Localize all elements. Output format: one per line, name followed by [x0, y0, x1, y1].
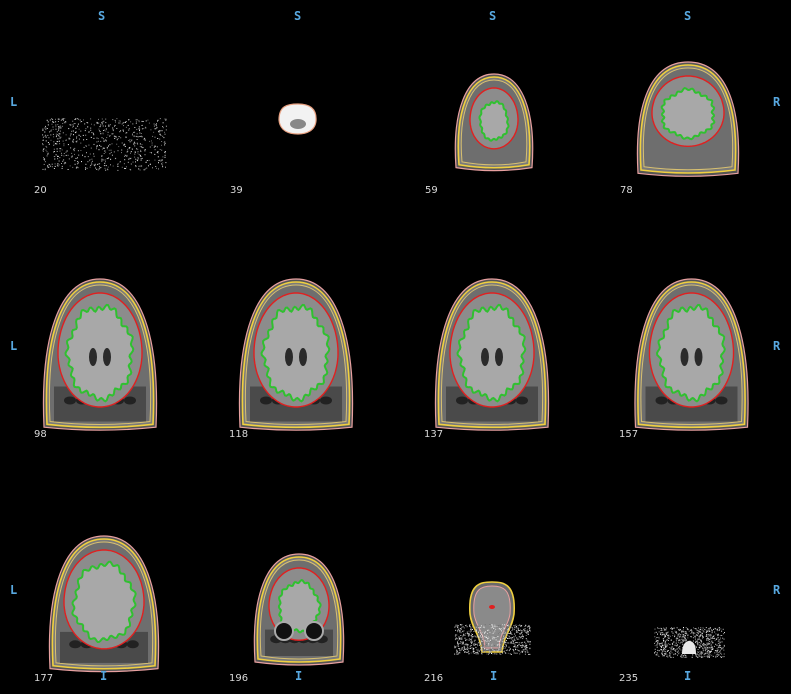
slice-image [654, 627, 725, 658]
slice-image [434, 278, 550, 431]
slice-panel: R 157 [588, 232, 791, 464]
slice-number: 20 [34, 185, 47, 196]
orientation-left-label: L [10, 95, 18, 109]
orientation-right-label: R [773, 95, 781, 109]
slice-viewer-grid: S L 20 S 39 S 59 S R 78 L 98 118 137 R 1… [0, 0, 791, 694]
orientation-left-label: L [10, 339, 18, 353]
slice-panel: I 196 [196, 464, 392, 694]
orientation-inferior-label: I [295, 669, 303, 683]
slice-panel: I 216 [392, 464, 588, 694]
slice-panel: I R 235 [588, 464, 791, 694]
slice-image [454, 581, 531, 655]
slice-image [48, 535, 160, 673]
slice-image [238, 278, 354, 431]
slice-number: 59 [425, 185, 438, 196]
orientation-superior-label: S [684, 9, 692, 23]
orientation-superior-label: S [294, 9, 302, 23]
orientation-right-label: R [773, 339, 781, 353]
slice-number: 196 [229, 673, 249, 684]
slice-panel: L 98 [0, 232, 196, 464]
slice-image [253, 553, 345, 666]
slice-image [636, 61, 740, 177]
orientation-superior-label: S [98, 9, 106, 23]
slice-panel: S L 20 [0, 0, 196, 232]
slice-number: 78 [620, 185, 633, 196]
orientation-inferior-label: I [684, 669, 692, 683]
slice-number: 137 [424, 429, 444, 440]
slice-number: 157 [619, 429, 639, 440]
slice-panel: L I 177 [0, 464, 196, 694]
slice-image [42, 118, 167, 171]
slice-panel: S 59 [392, 0, 588, 232]
slice-number: 216 [424, 673, 444, 684]
slice-panel: 118 [196, 232, 392, 464]
slice-panel: 137 [392, 232, 588, 464]
orientation-inferior-label: I [100, 669, 108, 683]
orientation-right-label: R [773, 583, 781, 597]
slice-panel: S 39 [196, 0, 392, 232]
slice-number: 177 [34, 673, 54, 684]
slice-image [278, 103, 317, 135]
orientation-inferior-label: I [490, 669, 498, 683]
orientation-superior-label: S [489, 9, 497, 23]
slice-image [42, 278, 158, 431]
slice-panel: S R 78 [588, 0, 791, 232]
slice-number: 235 [619, 673, 639, 684]
slice-number: 118 [229, 429, 249, 440]
slice-number: 98 [34, 429, 47, 440]
slice-number: 39 [230, 185, 243, 196]
orientation-left-label: L [10, 583, 18, 597]
slice-image [454, 73, 534, 172]
